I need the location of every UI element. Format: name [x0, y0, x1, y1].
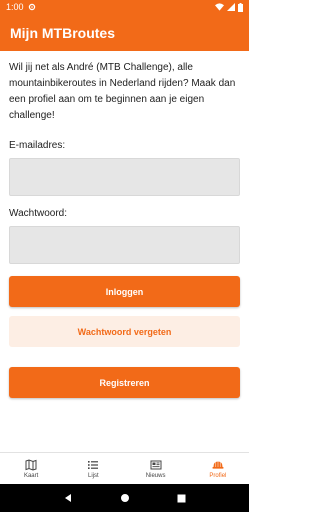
nav-label: Lijst	[88, 472, 99, 479]
nav-label: Profiel	[209, 472, 227, 479]
register-button[interactable]: Registreren	[9, 367, 240, 398]
status-time: 1:00	[6, 2, 24, 12]
home-icon[interactable]	[120, 493, 130, 503]
nav-label: Nieuws	[145, 472, 166, 479]
nav-item-lijst[interactable]: Lijst	[62, 453, 124, 484]
wifi-icon	[215, 3, 224, 11]
system-navigation-bar	[0, 484, 249, 512]
settings-icon	[28, 3, 35, 11]
nav-item-kaart[interactable]: Kaart	[0, 453, 62, 484]
back-icon[interactable]	[63, 493, 73, 503]
newspaper-icon	[150, 460, 162, 469]
nav-label: Kaart	[23, 472, 39, 479]
recents-icon[interactable]	[177, 494, 186, 503]
battery-icon	[238, 2, 243, 12]
email-field[interactable]	[9, 158, 240, 196]
intro-text: Wil jij net als André (MTB Challenge), a…	[9, 62, 236, 121]
bottom-navigation: Kaart Lijst Nieuws Profiel	[0, 452, 249, 484]
password-label: Wachtwoord:	[9, 208, 67, 219]
app-bar: Mijn MTBroutes	[0, 14, 249, 51]
helmet-icon	[212, 461, 224, 469]
map-icon	[25, 458, 37, 471]
app-title: Mijn MTBroutes	[10, 24, 115, 41]
nav-item-profiel[interactable]: Profiel	[187, 453, 249, 484]
password-field[interactable]	[9, 226, 240, 264]
list-icon	[88, 460, 99, 469]
login-button[interactable]: Inloggen	[9, 276, 240, 307]
forgot-password-button[interactable]: Wachtwoord vergeten	[9, 316, 240, 347]
status-bar: 1:00	[0, 0, 249, 14]
signal-icon	[227, 3, 235, 11]
nav-item-nieuws[interactable]: Nieuws	[125, 453, 187, 484]
email-label: E-mailadres:	[9, 140, 66, 151]
